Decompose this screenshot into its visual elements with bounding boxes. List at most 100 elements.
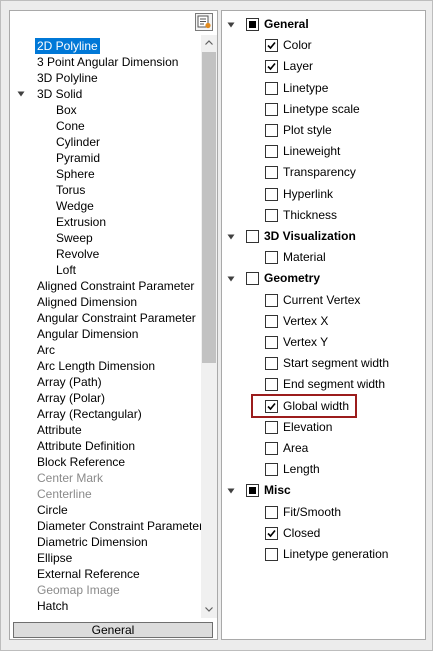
- property-layer[interactable]: Layer: [222, 56, 425, 77]
- checkbox-misc[interactable]: [246, 484, 259, 498]
- property-length[interactable]: Length: [222, 459, 425, 480]
- collapse-arrow-icon[interactable]: [227, 233, 235, 241]
- tree-item-angular-constraint-parameter[interactable]: Angular Constraint Parameter: [10, 310, 201, 326]
- tree-item-angular-dimension[interactable]: Angular Dimension: [10, 326, 201, 342]
- checkbox-lineweight[interactable]: [265, 145, 278, 159]
- checkbox-linetype-generation[interactable]: [265, 548, 278, 561]
- tree-item-cone[interactable]: Cone: [10, 118, 201, 134]
- scroll-down-arrow[interactable]: [201, 602, 217, 618]
- tree-item-ellipse[interactable]: Ellipse: [10, 550, 201, 566]
- checkbox-transparency[interactable]: [265, 166, 278, 180]
- property-elevation[interactable]: Elevation: [222, 417, 425, 438]
- property-linetype-scale[interactable]: Linetype scale: [222, 99, 425, 120]
- checkbox-color[interactable]: [265, 39, 278, 53]
- list-vertical-scrollbar[interactable]: [201, 35, 217, 618]
- property-vertex-x[interactable]: Vertex X: [222, 311, 425, 332]
- property-hyperlink[interactable]: Hyperlink: [222, 184, 425, 205]
- checkbox-plot-style[interactable]: [265, 124, 278, 137]
- tree-item-block-reference[interactable]: Block Reference: [10, 454, 201, 470]
- tree-item-center-mark[interactable]: Center Mark: [10, 470, 201, 486]
- group-geometry[interactable]: Geometry: [222, 268, 425, 289]
- property-linetype-generation[interactable]: Linetype generation: [222, 544, 425, 565]
- tree-item-3d-polyline[interactable]: 3D Polyline: [10, 70, 201, 86]
- checkbox-layer[interactable]: [265, 60, 278, 74]
- tree-item-cylinder[interactable]: Cylinder: [10, 134, 201, 150]
- tree-item-sweep[interactable]: Sweep: [10, 230, 201, 246]
- collapse-arrow-icon[interactable]: [227, 21, 235, 29]
- property-end-segment-width[interactable]: End segment width: [222, 374, 425, 395]
- checkbox-end-segment-width[interactable]: [265, 378, 278, 392]
- property-transparency[interactable]: Transparency: [222, 162, 425, 183]
- tree-item-attribute-definition[interactable]: Attribute Definition: [10, 438, 201, 454]
- tree-item-array-polar[interactable]: Array (Polar): [10, 390, 201, 406]
- collapse-arrow-icon[interactable]: [227, 275, 235, 283]
- checkbox-closed[interactable]: [265, 526, 278, 540]
- tree-item-attribute[interactable]: Attribute: [10, 422, 201, 438]
- tree-item-arc[interactable]: Arc: [10, 342, 201, 358]
- checkbox-start-segment-width[interactable]: [265, 357, 278, 371]
- property-area[interactable]: Area: [222, 438, 425, 459]
- tree-item-diameter-constraint-parameter[interactable]: Diameter Constraint Parameter: [10, 518, 201, 534]
- checkbox-fit-smooth[interactable]: [265, 505, 278, 519]
- tree-item-diametric-dimension[interactable]: Diametric Dimension: [10, 534, 201, 550]
- tree-item-aligned-constraint-parameter[interactable]: Aligned Constraint Parameter: [10, 278, 201, 294]
- checkbox-vertex-y[interactable]: [265, 336, 278, 349]
- checkbox-current-vertex[interactable]: [265, 293, 278, 307]
- group-misc[interactable]: Misc: [222, 480, 425, 501]
- tree-item-3d-solid[interactable]: 3D Solid: [10, 86, 201, 102]
- general-tab[interactable]: General: [13, 622, 213, 638]
- tree-item-wedge[interactable]: Wedge: [10, 198, 201, 214]
- property-color[interactable]: Color: [222, 35, 425, 56]
- tree-item-revolve[interactable]: Revolve: [10, 246, 201, 262]
- tree-item-centerline[interactable]: Centerline: [10, 486, 201, 502]
- tree-item-external-reference[interactable]: External Reference: [10, 566, 201, 582]
- tree-item-arc-length-dimension[interactable]: Arc Length Dimension: [10, 358, 201, 374]
- property-closed[interactable]: Closed: [222, 523, 425, 544]
- checkbox-global-width[interactable]: [265, 399, 278, 413]
- checkbox-elevation[interactable]: [265, 420, 278, 434]
- tree-item-loft[interactable]: Loft: [10, 262, 201, 278]
- checkbox-geometry[interactable]: [246, 272, 259, 286]
- tree-item-sphere[interactable]: Sphere: [10, 166, 201, 182]
- group-general[interactable]: General: [222, 14, 425, 35]
- tree-item-geomap-image[interactable]: Geomap Image: [10, 582, 201, 598]
- property-lineweight[interactable]: Lineweight: [222, 141, 425, 162]
- collapse-arrow-icon[interactable]: [227, 487, 235, 495]
- tree-item-circle[interactable]: Circle: [10, 502, 201, 518]
- checkbox-thickness[interactable]: [265, 208, 278, 222]
- object-type-tree[interactable]: 2D Polyline 3 Point Angular Dimension 3D P…: [10, 38, 201, 618]
- property-thickness[interactable]: Thickness: [222, 205, 425, 226]
- property-current-vertex[interactable]: Current Vertex: [222, 290, 425, 311]
- tree-item-pyramid[interactable]: Pyramid: [10, 150, 201, 166]
- property-start-segment-width[interactable]: Start segment width: [222, 353, 425, 374]
- expand-arrow-icon[interactable]: [17, 90, 25, 98]
- tree-item-box[interactable]: Box: [10, 102, 201, 118]
- property-fit-smooth[interactable]: Fit/Smooth: [222, 502, 425, 523]
- tree-item-extrusion[interactable]: Extrusion: [10, 214, 201, 230]
- property-plot-style[interactable]: Plot style: [222, 120, 425, 141]
- checkbox-general[interactable]: [246, 18, 259, 31]
- property-linetype[interactable]: Linetype: [222, 78, 425, 99]
- tree-item-array-path[interactable]: Array (Path): [10, 374, 201, 390]
- list-options-button[interactable]: [195, 13, 213, 31]
- tree-item-2d-polyline[interactable]: 2D Polyline: [10, 38, 201, 54]
- group-3d-visualization[interactable]: 3D Visualization: [222, 226, 425, 247]
- checkbox-linetype[interactable]: [265, 81, 278, 95]
- tree-item-aligned-dimension[interactable]: Aligned Dimension: [10, 294, 201, 310]
- property-global-width[interactable]: Global width: [222, 396, 425, 417]
- checkbox-3d-visualization[interactable]: [246, 230, 259, 243]
- tree-item-torus[interactable]: Torus: [10, 182, 201, 198]
- checkbox-length[interactable]: [265, 463, 278, 477]
- tree-item-3-point-angular-dimension[interactable]: 3 Point Angular Dimension: [10, 54, 201, 70]
- tree-item-array-rectangular[interactable]: Array (Rectangular): [10, 406, 201, 422]
- property-material[interactable]: Material: [222, 247, 425, 268]
- checkbox-hyperlink[interactable]: [265, 187, 278, 201]
- tree-item-hatch[interactable]: Hatch: [10, 598, 201, 614]
- checkbox-area[interactable]: [265, 442, 278, 455]
- property-vertex-y[interactable]: Vertex Y: [222, 332, 425, 353]
- checkbox-vertex-x[interactable]: [265, 314, 278, 328]
- scroll-up-arrow[interactable]: [201, 35, 217, 51]
- checkbox-material[interactable]: [265, 251, 278, 265]
- checkbox-linetype-scale[interactable]: [265, 102, 278, 116]
- scroll-thumb[interactable]: [202, 52, 216, 363]
